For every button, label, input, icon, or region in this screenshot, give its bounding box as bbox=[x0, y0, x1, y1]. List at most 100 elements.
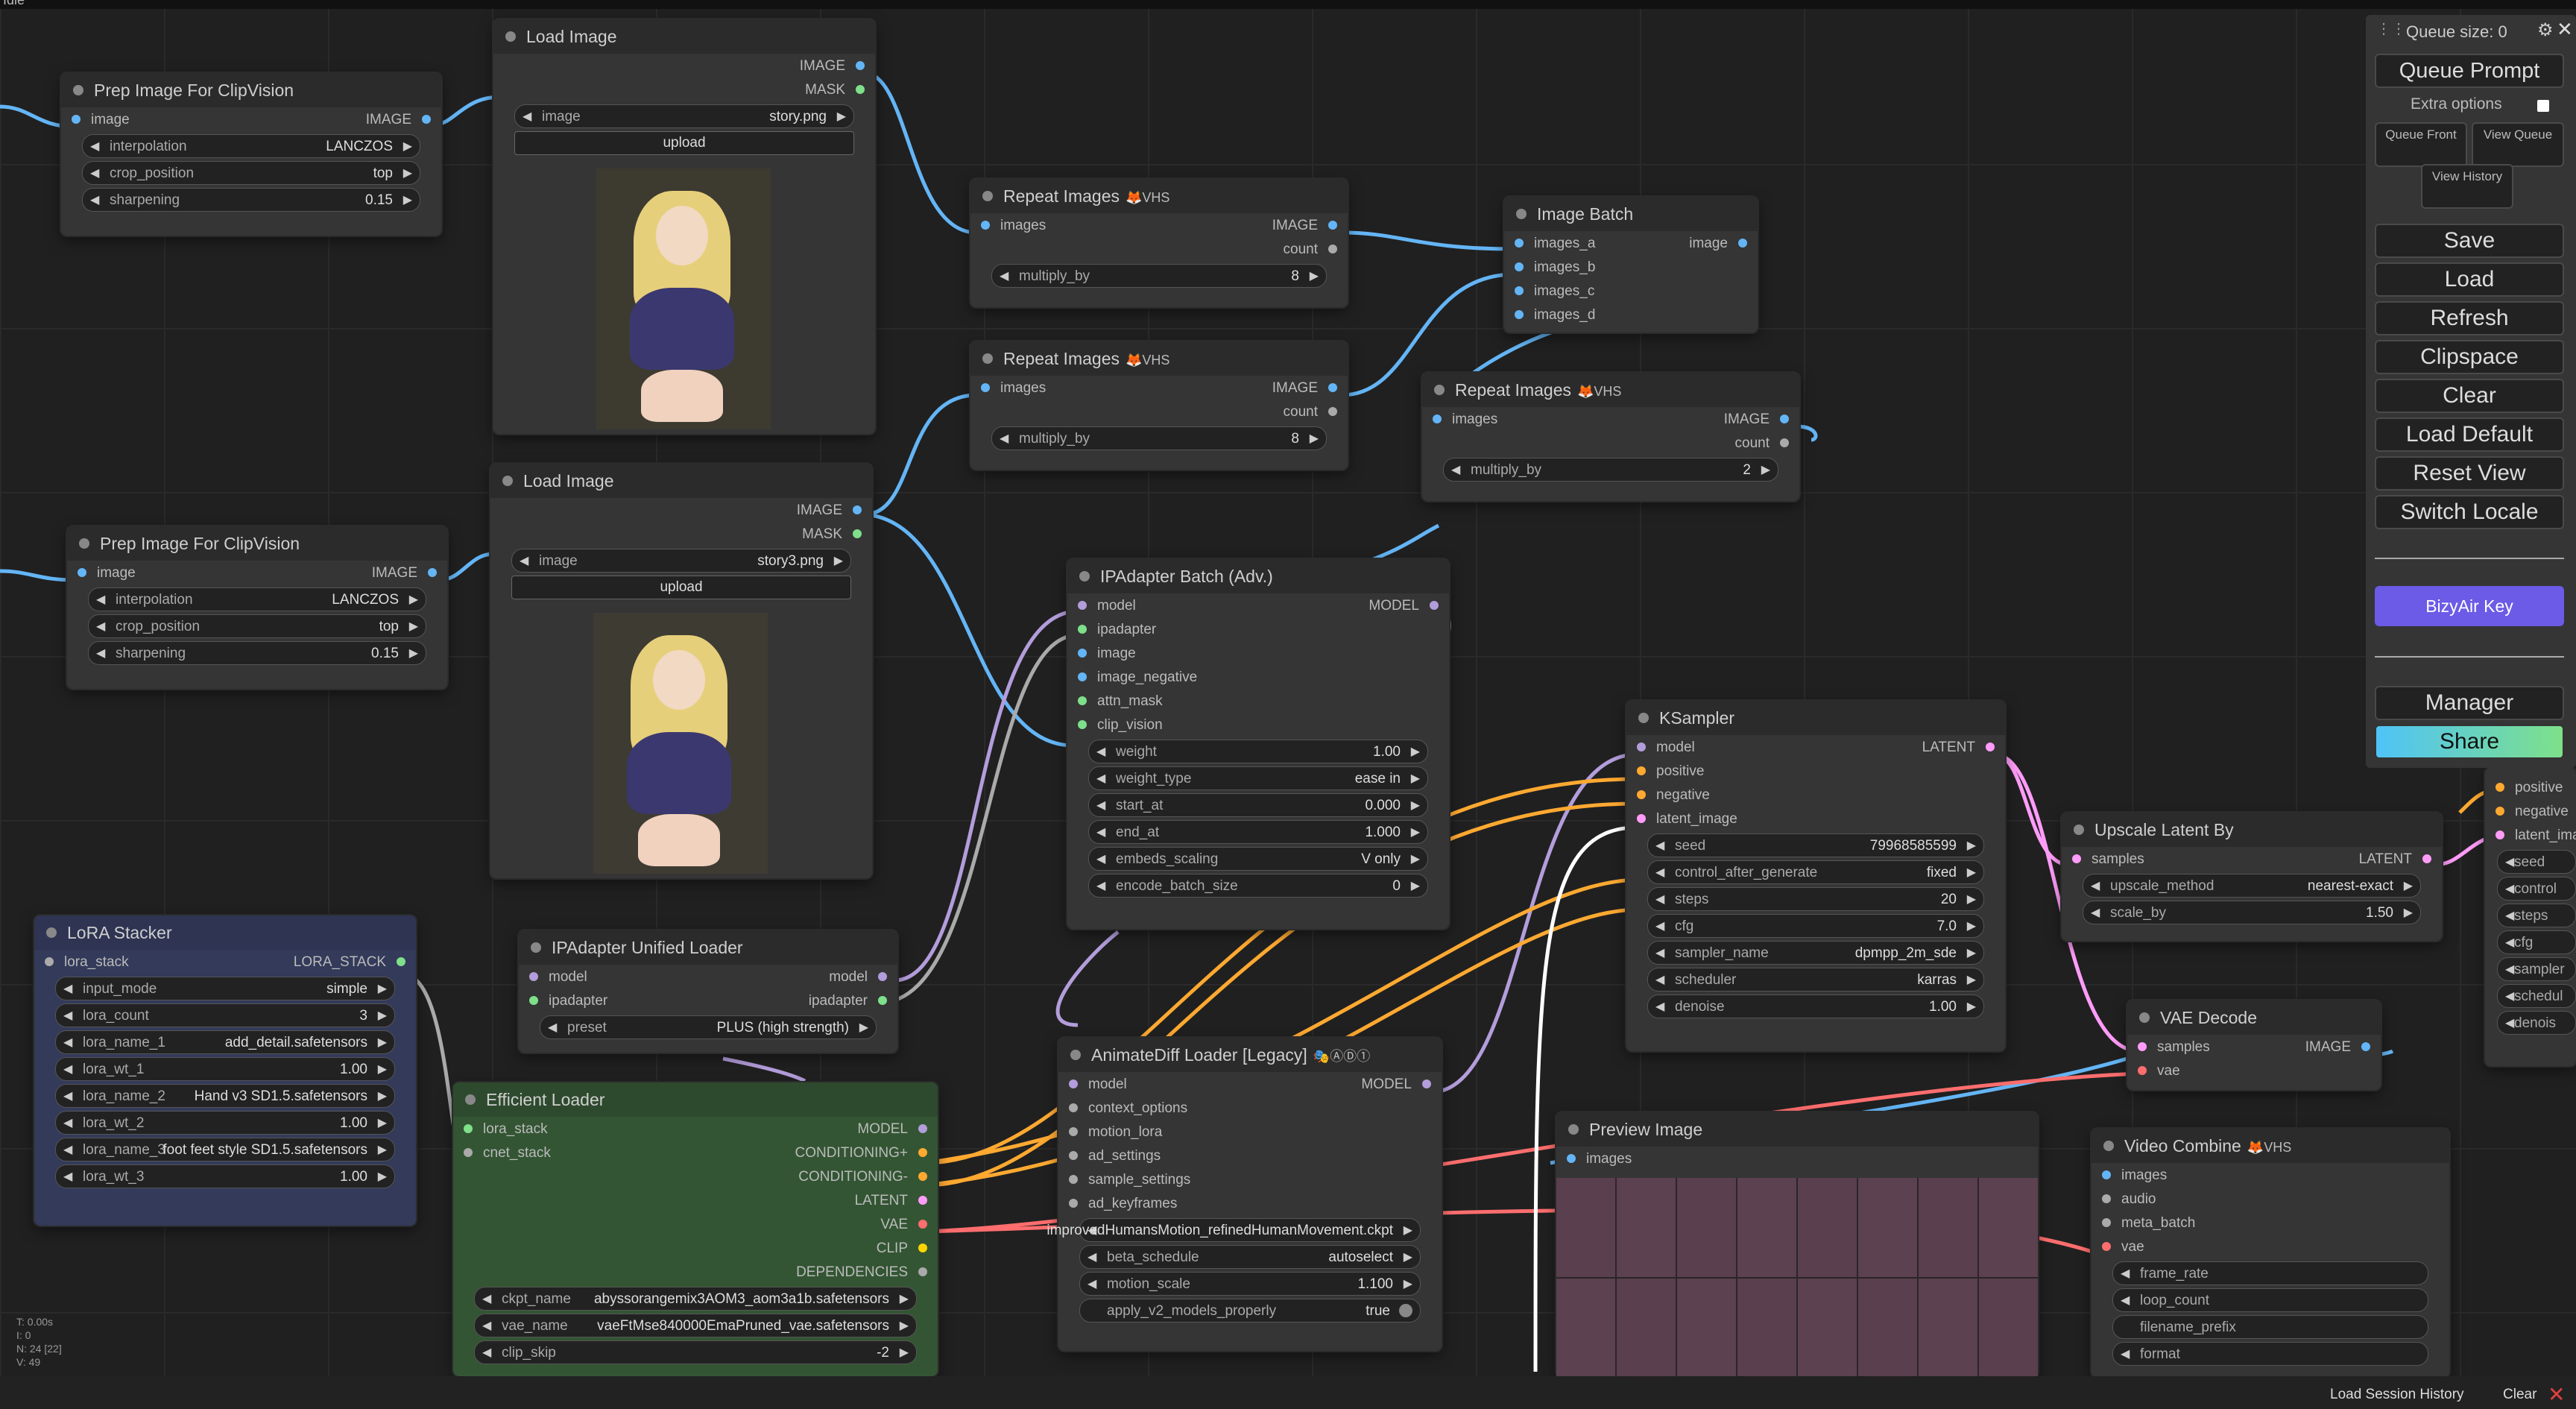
node-title[interactable]: KSampler bbox=[1626, 701, 2005, 735]
widget-lora-wt-1[interactable]: ◀ lora_wt_1 1.00 ▶ bbox=[55, 1057, 395, 1081]
input-slot[interactable] bbox=[2102, 1194, 2111, 1203]
node-title[interactable]: IPAdapter Unified Loader bbox=[519, 930, 897, 965]
input-slot[interactable] bbox=[1069, 1127, 1078, 1136]
node-animatediff-loader[interactable]: AnimateDiff Loader [Legacy] 🎭ⒶⒹ① model MOD… bbox=[1046, 1038, 1442, 1351]
save-button[interactable]: Save bbox=[2375, 224, 2564, 258]
node-lora-stacker[interactable]: LoRA Stacker lora_stack LORA_STACK ◀ input… bbox=[34, 915, 416, 1226]
output-slot[interactable] bbox=[878, 996, 887, 1005]
widget-multiply-by[interactable]: ◀ multiply_by 2 ▶ bbox=[1443, 458, 1778, 482]
widget-lora-name-2[interactable]: ◀ lora_name_2 Hand v3 SD1.5.safetensors ▶ bbox=[55, 1084, 395, 1108]
output-slot[interactable] bbox=[856, 85, 865, 94]
input-slot[interactable] bbox=[72, 115, 80, 124]
widget-cfg[interactable]: ◀ cfg 7.0 ▶ bbox=[1647, 914, 1984, 938]
input-slot[interactable] bbox=[2102, 1218, 2111, 1227]
widget-upscale-method[interactable]: ◀ upscale_method nearest-exact ▶ bbox=[2083, 874, 2421, 898]
switch-locale-button[interactable]: Switch Locale bbox=[2375, 495, 2564, 529]
node-title[interactable]: Prep Image For ClipVision bbox=[67, 526, 447, 561]
node-repeat-images-1[interactable]: Repeat Images 🦊VHS images IMAGE count ◀ mul… bbox=[970, 179, 1348, 307]
widget-seed[interactable]: ◀ seed bbox=[2497, 850, 2576, 874]
widget-motion-scale[interactable]: ◀ motion_scale 1.100 ▶ bbox=[1079, 1272, 1421, 1296]
node-image-batch[interactable]: Image Batch images_a image images_b image… bbox=[1504, 197, 1758, 332]
clipspace-button[interactable]: Clipspace bbox=[2375, 340, 2564, 374]
output-slot[interactable] bbox=[2361, 1042, 2370, 1051]
node-load-image-2[interactable]: Load Image IMAGE MASK ◀ image story3.png ▶ … bbox=[490, 464, 872, 878]
widget-frame-rate[interactable]: ◀ frame_rate bbox=[2112, 1261, 2428, 1285]
toggle-apply-v2-models[interactable]: apply_v2_models_properly true bbox=[1079, 1299, 1421, 1323]
input-slot[interactable] bbox=[1637, 766, 1646, 775]
output-slot[interactable] bbox=[1328, 221, 1337, 230]
input-slot[interactable] bbox=[2138, 1066, 2147, 1075]
widget-model-name[interactable]: ◀ improvedHumansMotion_refinedHumanMoveme… bbox=[1046, 1218, 1421, 1242]
widget-lora-wt-2[interactable]: ◀ lora_wt_2 1.00 ▶ bbox=[55, 1111, 395, 1135]
view-history-button[interactable]: View History bbox=[2421, 164, 2513, 209]
output-slot[interactable] bbox=[1328, 383, 1337, 392]
input-slot[interactable] bbox=[1567, 1154, 1576, 1163]
widget-steps[interactable]: ◀ steps bbox=[2497, 904, 2576, 927]
input-slot[interactable] bbox=[2102, 1242, 2111, 1251]
widget-weight-type[interactable]: ◀ weight_type ease in ▶ bbox=[1088, 766, 1428, 790]
input-slot[interactable] bbox=[2496, 783, 2504, 792]
input-slot[interactable] bbox=[1069, 1079, 1078, 1088]
input-slot[interactable] bbox=[1515, 310, 1524, 319]
input-slot[interactable] bbox=[1637, 814, 1646, 823]
widget-sharpening[interactable]: ◀ sharpening 0.15 ▶ bbox=[88, 641, 426, 665]
widget-format[interactable]: ◀ format bbox=[2112, 1342, 2428, 1366]
output-slot[interactable] bbox=[1986, 743, 1995, 751]
input-slot[interactable] bbox=[1069, 1199, 1078, 1208]
load-session-history-button[interactable]: Load Session History bbox=[2330, 1387, 2464, 1403]
node-efficient-loader[interactable]: Efficient Loader lora_stack MODEL cnet_st… bbox=[453, 1082, 938, 1376]
widget-denoise[interactable]: ◀ denoise 1.00 ▶ bbox=[1647, 995, 1984, 1018]
output-slot[interactable] bbox=[918, 1220, 927, 1229]
widget-interpolation[interactable]: ◀ interpolation LANCZOS ▶ bbox=[82, 134, 420, 158]
widget-cfg[interactable]: ◀ cfg bbox=[2497, 930, 2576, 954]
node-title[interactable]: Prep Image For ClipVision bbox=[61, 73, 441, 107]
node-repeat-images-3[interactable]: Repeat Images 🦊VHS images IMAGE count ◀ mul… bbox=[1422, 373, 1799, 501]
node-title[interactable]: Load Image bbox=[493, 19, 875, 54]
output-slot[interactable] bbox=[918, 1148, 927, 1157]
input-slot[interactable] bbox=[981, 383, 990, 392]
input-slot[interactable] bbox=[2496, 807, 2504, 816]
output-slot[interactable] bbox=[918, 1124, 927, 1133]
widget-scheduler[interactable]: ◀ scheduler karras ▶ bbox=[1647, 968, 1984, 992]
bizyair-key-button[interactable]: BizyAir Key bbox=[2375, 586, 2564, 626]
node-title[interactable]: VAE Decode bbox=[2127, 1000, 2381, 1035]
input-slot[interactable] bbox=[1433, 414, 1442, 423]
input-slot[interactable] bbox=[2138, 1042, 2147, 1051]
output-slot[interactable] bbox=[918, 1267, 927, 1276]
node-title[interactable]: Image Batch bbox=[1504, 197, 1758, 231]
node-ksampler[interactable]: KSampler model LATENT positive negative l… bbox=[1626, 701, 2005, 1051]
output-slot[interactable] bbox=[1780, 414, 1789, 423]
widget-clip-skip[interactable]: ◀ clip_skip -2 ▶ bbox=[474, 1340, 917, 1364]
clear-button[interactable]: Clear bbox=[2375, 379, 2564, 413]
input-slot[interactable] bbox=[45, 957, 54, 966]
input-slot[interactable] bbox=[2496, 830, 2504, 839]
node-repeat-images-2[interactable]: Repeat Images 🦊VHS images IMAGE count ◀ mul… bbox=[970, 341, 1348, 470]
widget-sampler[interactable]: ◀ sampler bbox=[2497, 957, 2576, 981]
input-slot[interactable] bbox=[1637, 790, 1646, 799]
widget-vae-name[interactable]: ◀ vae_name vaeFtMse840000EmaPruned_vae.saf… bbox=[474, 1314, 917, 1337]
widget-filename-prefix[interactable]: filename_prefix bbox=[2112, 1315, 2428, 1339]
output-slot[interactable] bbox=[1328, 245, 1337, 253]
output-slot[interactable] bbox=[1738, 239, 1747, 248]
node-ksampler-partial[interactable]: positive negative latent_ima ◀ seed ◀ cont… bbox=[2485, 768, 2576, 1066]
load-default-button[interactable]: Load Default bbox=[2375, 417, 2564, 452]
input-slot[interactable] bbox=[529, 996, 538, 1005]
node-vae-decode[interactable]: VAE Decode samples IMAGE vae bbox=[2127, 1000, 2381, 1090]
upload-button[interactable]: upload bbox=[514, 131, 854, 155]
output-slot[interactable] bbox=[397, 957, 405, 966]
widget-ckpt-name[interactable]: ◀ ckpt_name abyssorangemix3AOM3_aom3a1b.sa… bbox=[474, 1287, 917, 1311]
widget-steps[interactable]: ◀ steps 20 ▶ bbox=[1647, 887, 1984, 911]
reset-view-button[interactable]: Reset View bbox=[2375, 456, 2564, 491]
node-prep-image-1[interactable]: Prep Image For ClipVision image IMAGE ◀ in… bbox=[61, 73, 441, 236]
output-slot[interactable] bbox=[856, 61, 865, 70]
extra-options-checkbox[interactable] bbox=[2537, 100, 2549, 112]
node-ipadapter-unified-loader[interactable]: IPAdapter Unified Loader model model ipad… bbox=[519, 930, 897, 1053]
input-slot[interactable] bbox=[1078, 649, 1087, 658]
widget-start-at[interactable]: ◀ start_at 0.000 ▶ bbox=[1088, 793, 1428, 817]
output-slot[interactable] bbox=[2422, 854, 2431, 863]
widget-end-at[interactable]: ◀ end_at 1.000 ▶ bbox=[1088, 820, 1428, 844]
input-slot[interactable] bbox=[78, 568, 86, 577]
queue-front-button[interactable]: Queue Front bbox=[2375, 122, 2467, 167]
input-slot[interactable] bbox=[529, 972, 538, 981]
upload-button[interactable]: upload bbox=[511, 576, 851, 599]
